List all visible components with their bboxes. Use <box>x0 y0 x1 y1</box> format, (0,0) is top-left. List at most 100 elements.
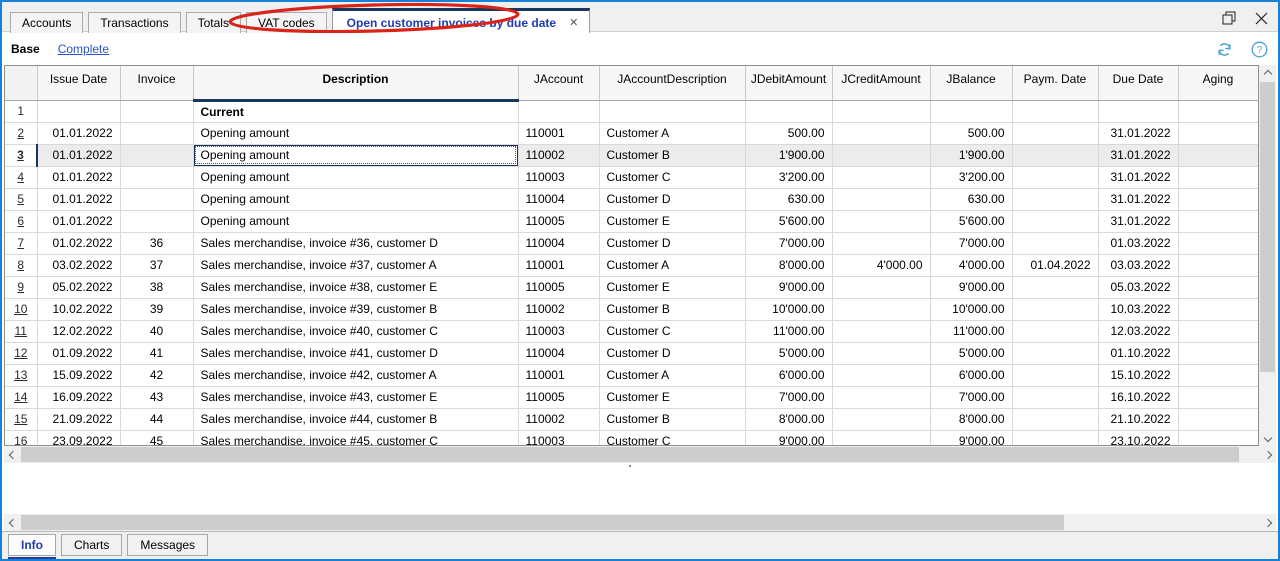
cell[interactable]: 01.01.2022 <box>37 122 121 145</box>
cell[interactable] <box>930 100 1013 123</box>
cell[interactable] <box>832 430 931 445</box>
cell[interactable] <box>1178 408 1258 431</box>
column-header[interactable]: JCreditAmount <box>832 66 931 101</box>
row-number[interactable]: 11 <box>5 320 38 343</box>
cell[interactable]: 3'200.00 <box>930 166 1013 189</box>
cell[interactable]: 7'000.00 <box>930 386 1013 409</box>
table-horizontal-scrollbar[interactable] <box>4 446 1276 463</box>
cell[interactable]: Opening amount <box>193 188 519 211</box>
cell[interactable]: 110004 <box>518 232 600 255</box>
cell[interactable]: Customer B <box>599 298 746 321</box>
cell[interactable] <box>1178 254 1258 277</box>
cell[interactable]: Sales merchandise, invoice #45, customer… <box>193 430 519 445</box>
cell[interactable]: 10'000.00 <box>930 298 1013 321</box>
row-number[interactable]: 13 <box>5 364 38 387</box>
cell[interactable] <box>832 386 931 409</box>
cell[interactable]: 110003 <box>518 430 600 445</box>
cell[interactable]: Opening amount <box>193 166 519 189</box>
cell[interactable] <box>1098 100 1179 123</box>
cell[interactable]: 5'000.00 <box>930 342 1013 365</box>
cell[interactable]: 37 <box>120 254 194 277</box>
cell[interactable]: 110002 <box>518 408 600 431</box>
cell[interactable]: Sales merchandise, invoice #40, customer… <box>193 320 519 343</box>
row-number-link[interactable]: 3 <box>17 148 24 162</box>
cell[interactable]: Customer E <box>599 276 746 299</box>
cell[interactable]: 5'600.00 <box>930 210 1013 233</box>
cell[interactable]: Customer A <box>599 254 746 277</box>
cell[interactable]: Sales merchandise, invoice #36, customer… <box>193 232 519 255</box>
cell[interactable] <box>1178 144 1258 167</box>
cell[interactable]: 110003 <box>518 166 600 189</box>
cell[interactable]: 21.10.2022 <box>1098 408 1179 431</box>
cell[interactable]: Opening amount <box>193 144 519 167</box>
cell[interactable]: 8'000.00 <box>930 408 1013 431</box>
cell[interactable] <box>120 100 194 123</box>
scroll-left-button[interactable] <box>4 446 21 463</box>
cell[interactable]: 1'900.00 <box>930 144 1013 167</box>
cell[interactable]: 05.02.2022 <box>37 276 121 299</box>
cell[interactable]: 110004 <box>518 342 600 365</box>
cell[interactable] <box>1178 276 1258 299</box>
cell[interactable] <box>1178 210 1258 233</box>
cell[interactable] <box>1012 298 1099 321</box>
cell[interactable]: 31.01.2022 <box>1098 166 1179 189</box>
cell[interactable]: 11'000.00 <box>745 320 833 343</box>
cell[interactable]: 500.00 <box>930 122 1013 145</box>
cell[interactable] <box>1178 342 1258 365</box>
cell[interactable]: 9'000.00 <box>930 276 1013 299</box>
cell[interactable]: 01.01.2022 <box>37 210 121 233</box>
cell[interactable]: 7'000.00 <box>745 232 833 255</box>
cell[interactable] <box>1178 232 1258 255</box>
cell[interactable]: 05.03.2022 <box>1098 276 1179 299</box>
cell[interactable]: 110005 <box>518 210 600 233</box>
cell[interactable]: 11'000.00 <box>930 320 1013 343</box>
row-number[interactable]: 6 <box>5 210 38 233</box>
row-number-link[interactable]: 16 <box>14 434 27 445</box>
row-number[interactable]: 12 <box>5 342 38 365</box>
cell[interactable]: 110005 <box>518 386 600 409</box>
cell[interactable] <box>832 210 931 233</box>
cell[interactable]: 5'600.00 <box>745 210 833 233</box>
cell[interactable]: Customer C <box>599 430 746 445</box>
cell[interactable] <box>832 276 931 299</box>
cell[interactable]: Opening amount <box>193 210 519 233</box>
cell[interactable]: 7'000.00 <box>745 386 833 409</box>
row-number[interactable]: 5 <box>5 188 38 211</box>
cell[interactable]: 3'200.00 <box>745 166 833 189</box>
cell[interactable]: 01.03.2022 <box>1098 232 1179 255</box>
cell[interactable]: 110002 <box>518 144 600 167</box>
cell[interactable] <box>120 188 194 211</box>
cell[interactable]: Customer A <box>599 122 746 145</box>
scroll-right-button[interactable] <box>1259 446 1276 463</box>
cell[interactable]: Customer E <box>599 386 746 409</box>
top-tab[interactable]: Transactions <box>88 12 181 34</box>
top-tab[interactable]: VAT codes <box>245 12 327 34</box>
cell[interactable]: 6'000.00 <box>745 364 833 387</box>
column-header[interactable]: Due Date <box>1098 66 1179 101</box>
cell[interactable]: Customer B <box>599 144 746 167</box>
cell[interactable]: 01.01.2022 <box>37 166 121 189</box>
cell[interactable] <box>120 166 194 189</box>
row-number[interactable]: 3 <box>5 144 38 167</box>
cell[interactable]: 12.03.2022 <box>1098 320 1179 343</box>
cell[interactable] <box>1012 166 1099 189</box>
cell[interactable]: 7'000.00 <box>930 232 1013 255</box>
cell[interactable] <box>1012 144 1099 167</box>
cell[interactable]: 5'000.00 <box>745 342 833 365</box>
vertical-scrollbar-thumb[interactable] <box>1260 82 1275 372</box>
cell[interactable] <box>1178 430 1258 445</box>
cell[interactable]: 01.10.2022 <box>1098 342 1179 365</box>
help-button[interactable]: ? <box>1251 41 1268 61</box>
cell[interactable] <box>120 122 194 145</box>
cell[interactable] <box>1012 232 1099 255</box>
cell[interactable] <box>832 298 931 321</box>
cell[interactable] <box>1012 342 1099 365</box>
cell[interactable]: 16.09.2022 <box>37 386 121 409</box>
cell[interactable]: 110002 <box>518 298 600 321</box>
cell[interactable] <box>1012 210 1099 233</box>
cell[interactable]: 36 <box>120 232 194 255</box>
column-header[interactable]: Paym. Date <box>1012 66 1099 101</box>
cell[interactable] <box>1012 276 1099 299</box>
cell[interactable]: 110003 <box>518 320 600 343</box>
row-number-link[interactable]: 9 <box>17 280 24 294</box>
